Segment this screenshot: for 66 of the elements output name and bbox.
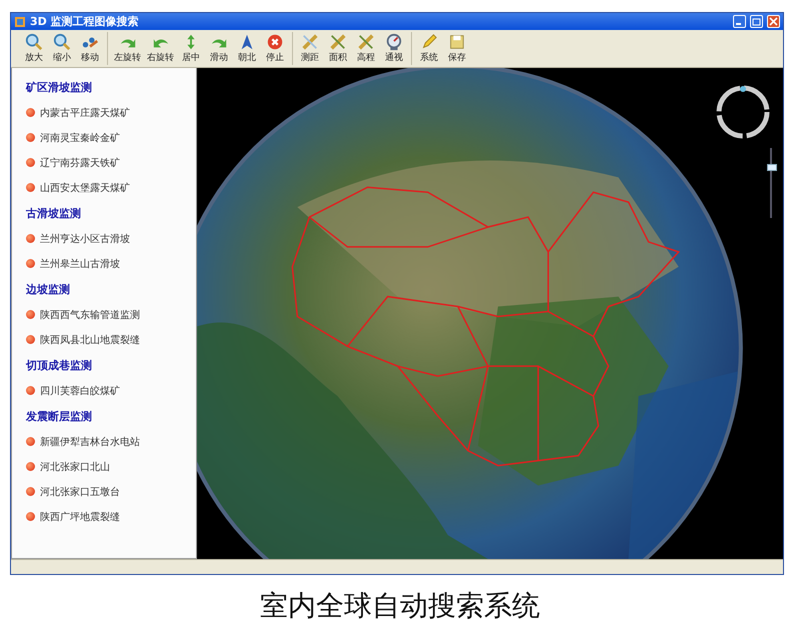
close-icon xyxy=(769,17,778,26)
bullet-icon xyxy=(26,335,35,344)
ruler-icon xyxy=(301,33,319,51)
maximize-button[interactable] xyxy=(750,15,763,28)
site-link[interactable]: 陕西凤县北山地震裂缝 xyxy=(40,327,140,352)
site-link[interactable]: 兰州皋兰山古滑坡 xyxy=(40,251,120,276)
bullet-icon xyxy=(26,386,35,395)
site-link[interactable]: 河北张家口五墩台 xyxy=(40,479,120,504)
toolbar-button[interactable]: 系统 xyxy=(416,32,442,65)
toolbar-button[interactable]: 通视 xyxy=(381,32,407,65)
bullet-icon xyxy=(26,234,35,243)
bullet-icon xyxy=(26,462,35,471)
toolbar-button[interactable]: 朝北 xyxy=(234,32,260,65)
toolbar-button[interactable]: 左旋转 xyxy=(112,32,143,65)
site-link[interactable]: 兰州亨达小区古滑坡 xyxy=(40,226,130,251)
bullet-icon xyxy=(26,158,35,167)
toolbar-button[interactable]: 高程 xyxy=(353,32,379,65)
category-heading: 发震断层监测 xyxy=(26,408,93,424)
toolbar-button[interactable]: 放大 xyxy=(21,32,47,65)
caption-text: 室内全球自动搜索系统 xyxy=(259,588,541,624)
bullet-icon xyxy=(26,437,35,446)
minimize-button[interactable] xyxy=(733,15,746,28)
maximize-icon xyxy=(752,17,761,26)
floppy-icon xyxy=(448,33,466,51)
ruler-icon xyxy=(329,33,347,51)
toolbar-button[interactable]: 面积 xyxy=(325,32,351,65)
bullet-icon xyxy=(26,512,35,521)
compass-ring-icon[interactable] xyxy=(715,84,771,140)
category-heading: 边坡监测 xyxy=(26,282,71,298)
bullet-icon xyxy=(26,259,35,268)
window-title: 3D 监测工程图像搜索 xyxy=(30,14,140,29)
globe-drawing[interactable] xyxy=(197,68,743,559)
site-link[interactable]: 河南灵宝秦岭金矿 xyxy=(40,125,120,150)
magnifier-icon xyxy=(25,33,43,51)
app-icon xyxy=(14,16,26,28)
toolbar-button[interactable]: 测距 xyxy=(297,32,323,65)
toolbar-button[interactable]: 停止 xyxy=(262,32,288,65)
ruler-icon xyxy=(357,33,375,51)
toolbar-button[interactable]: 移动 xyxy=(77,32,103,65)
stop-icon xyxy=(266,33,284,51)
gauge-icon xyxy=(385,33,403,51)
toolbar-button[interactable]: 右旋转 xyxy=(145,32,176,65)
close-button[interactable] xyxy=(767,15,780,28)
site-link[interactable]: 陕西广坪地震裂缝 xyxy=(40,504,120,529)
site-link[interactable]: 辽宁南芬露天铁矿 xyxy=(40,150,120,175)
category-heading: 古滑坡监测 xyxy=(26,206,82,222)
category-heading: 切顶成巷监测 xyxy=(26,358,93,374)
category-heading: 矿区滑坡监测 xyxy=(26,80,93,96)
site-link[interactable]: 陕西西气东输管道监测 xyxy=(40,302,140,327)
zoom-slider[interactable] xyxy=(767,148,775,218)
bullet-icon xyxy=(26,487,35,496)
bullet-icon xyxy=(26,183,35,192)
site-link[interactable]: 河北张家口北山 xyxy=(40,454,110,479)
site-link[interactable]: 山西安太堡露天煤矿 xyxy=(40,175,130,200)
site-link[interactable]: 新疆伊犁吉林台水电站 xyxy=(40,429,140,454)
magnifier-icon xyxy=(53,33,71,51)
toolbar-button[interactable]: 滑动 xyxy=(206,32,232,65)
site-link[interactable]: 四川芙蓉白皎煤矿 xyxy=(40,378,120,403)
bullet-icon xyxy=(26,310,35,319)
site-link[interactable]: 内蒙古平庄露天煤矿 xyxy=(40,100,130,125)
bullet-icon xyxy=(26,133,35,142)
toolbar-button[interactable]: 保存 xyxy=(444,32,470,65)
toolbar-button[interactable]: 居中 xyxy=(178,32,204,65)
bullet-icon xyxy=(26,108,35,117)
pencil-icon xyxy=(420,33,438,51)
toolbar-button[interactable]: 缩小 xyxy=(49,32,75,65)
